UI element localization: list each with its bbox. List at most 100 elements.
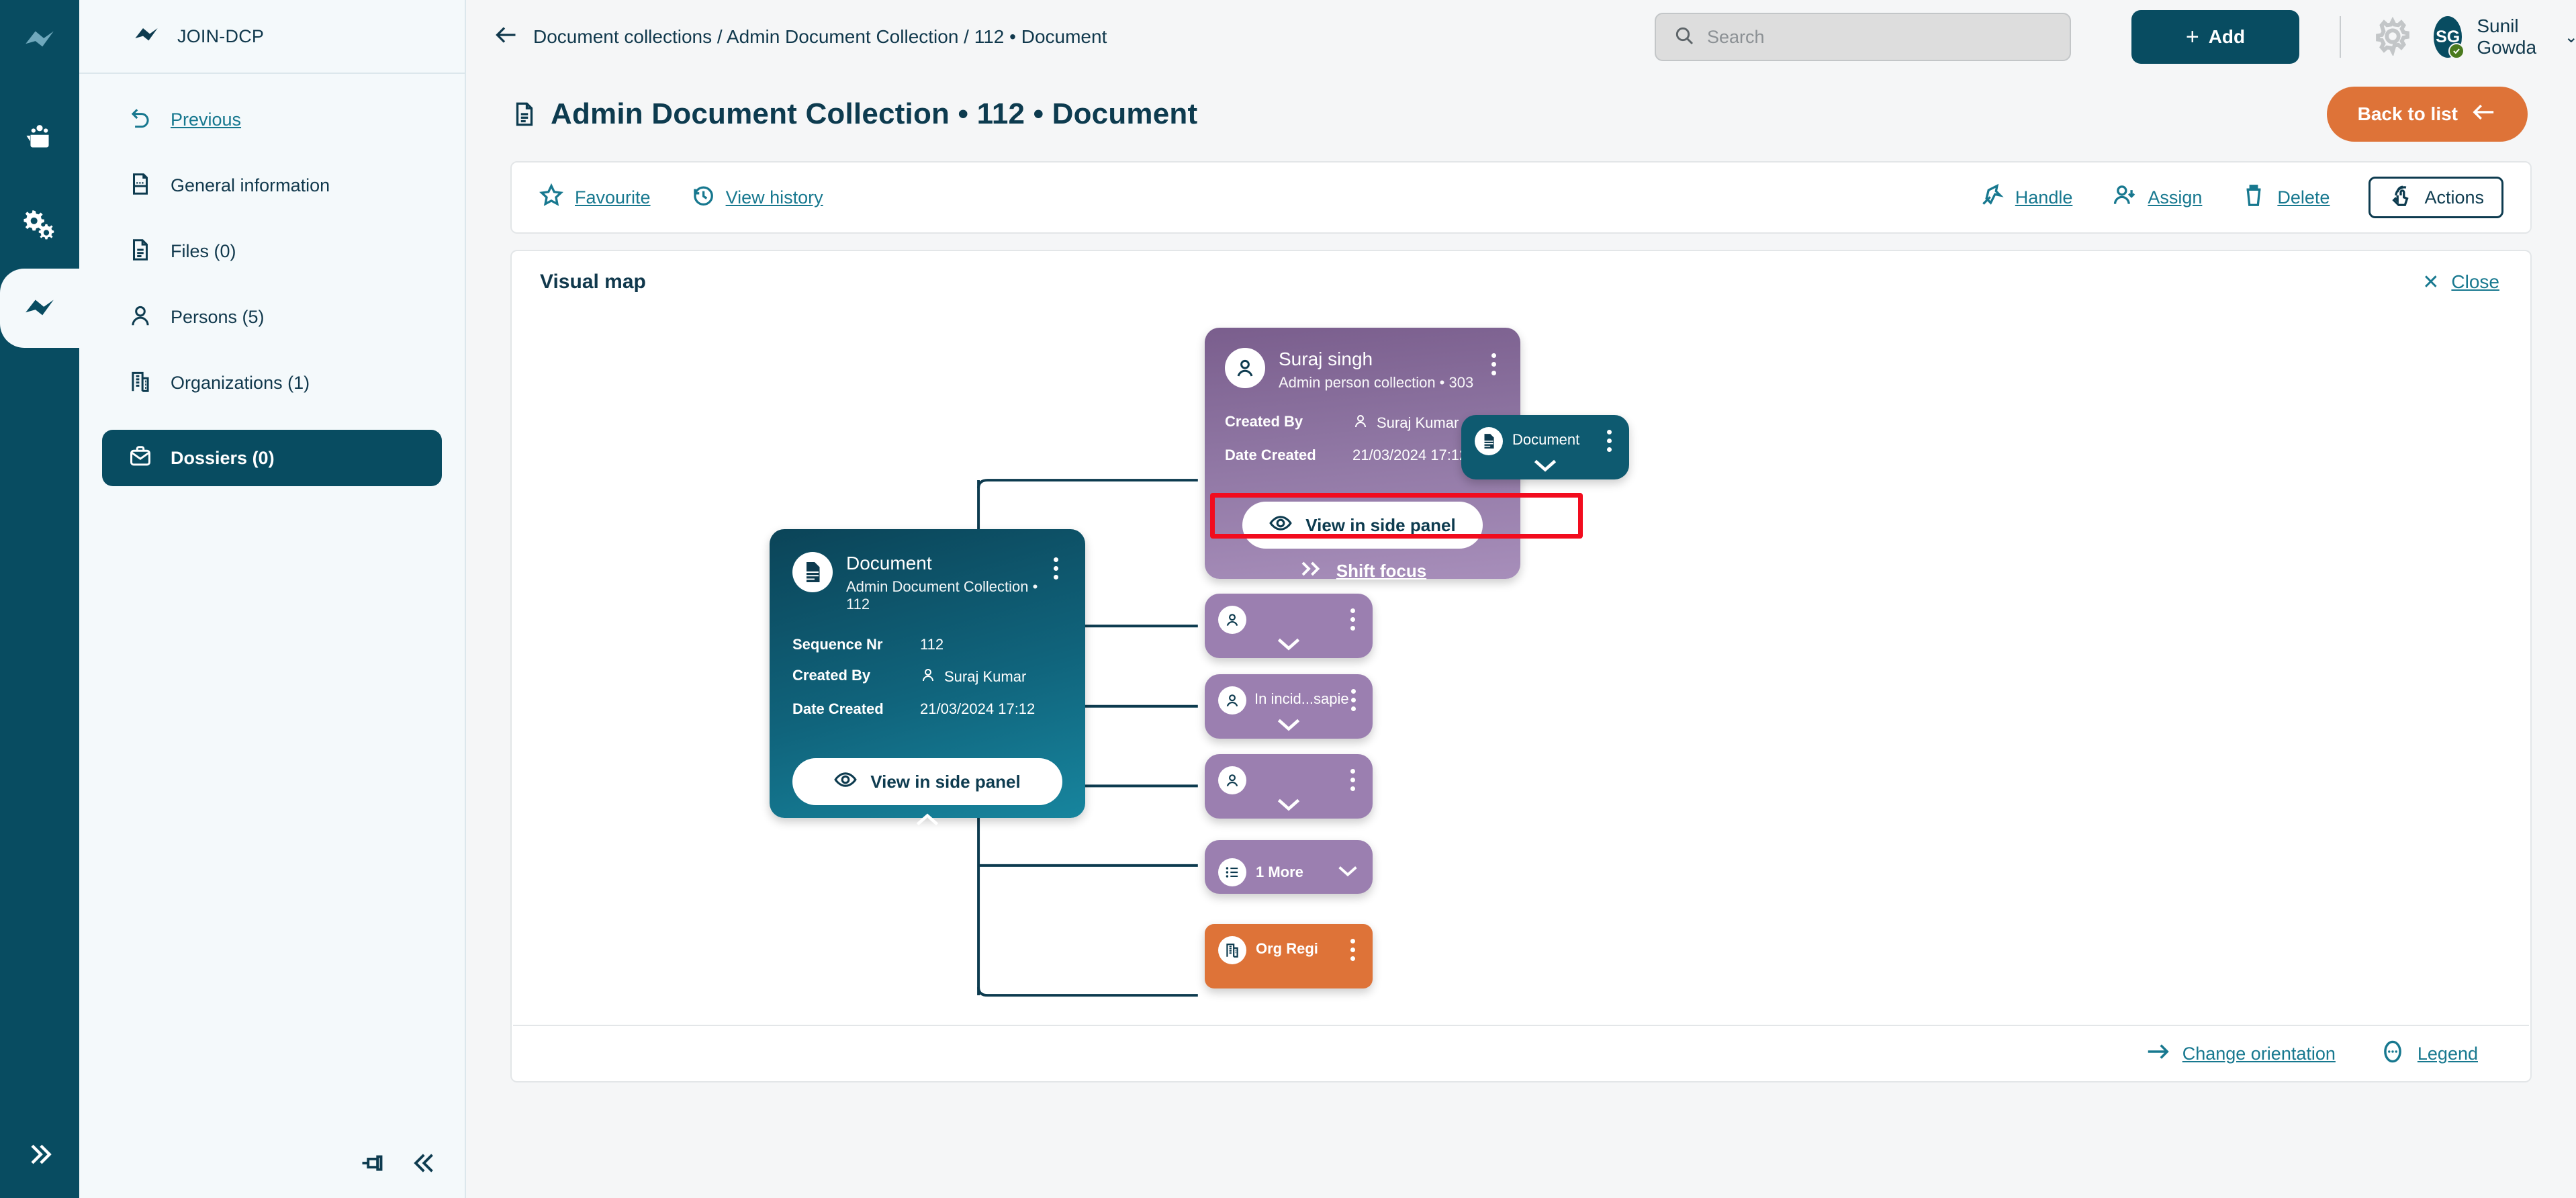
sidebar-item-dossiers[interactable]: Dossiers (0) (102, 430, 442, 486)
field-value: Suraj Kumar (920, 667, 1026, 687)
node-child-person-1[interactable] (1205, 594, 1373, 658)
node-document-card[interactable]: Document Admin Document Collection • 112… (770, 529, 1085, 818)
chevron-down-icon[interactable] (1475, 455, 1616, 475)
field-value: 21/03/2024 17:12 (1352, 447, 1467, 464)
handle-label: Handle (2015, 187, 2073, 208)
divider (2340, 16, 2341, 58)
legend-label: Legend (2418, 1044, 2478, 1064)
kebab-menu-icon[interactable] (1348, 686, 1359, 711)
sidebar-item-persons[interactable]: Persons (5) (102, 289, 442, 345)
chevron-down-icon[interactable] (1218, 794, 1359, 815)
collapse-double-chevron-left-icon[interactable] (411, 1149, 439, 1181)
dossier-logo-icon[interactable] (0, 269, 79, 348)
field-key: Created By (1225, 413, 1352, 433)
actions-button[interactable]: Actions (2368, 177, 2503, 218)
node-title: Document (846, 552, 1050, 574)
map-canvas[interactable]: Document Admin Document Collection • 112… (513, 313, 2529, 1025)
kebab-menu-icon[interactable] (1050, 552, 1062, 580)
view-history-label: View history (726, 187, 823, 208)
node-field: Created By Suraj Kumar (1225, 413, 1500, 433)
kebab-menu-icon[interactable] (1346, 766, 1359, 791)
chevron-down-icon[interactable] (1218, 634, 1359, 654)
page-title: Admin Document Collection • 112 • Docume… (551, 97, 1197, 131)
node-child-organization[interactable]: Org Regi (1205, 924, 1373, 988)
gears-icon[interactable] (0, 184, 79, 263)
node-field: Sequence Nr 112 (792, 636, 1062, 653)
favourite-button[interactable]: Favourite (539, 183, 651, 213)
kebab-menu-icon[interactable] (1346, 936, 1359, 961)
list-icon (1218, 858, 1246, 886)
title-row: Admin Document Collection • 112 • Docume… (466, 74, 2576, 154)
field-value: 112 (920, 636, 944, 653)
node-child-more[interactable]: 1 More (1205, 840, 1373, 894)
document-icon (1475, 427, 1503, 455)
change-orientation-label: Change orientation (2182, 1044, 2336, 1064)
person-icon (920, 667, 936, 687)
view-label: View in side panel (870, 772, 1021, 792)
back-to-list-button[interactable]: Back to list (2327, 87, 2528, 142)
node-title: Org Regi (1256, 936, 1318, 958)
sidebar-item-general-information[interactable]: General information (102, 157, 442, 214)
change-orientation-button[interactable]: Change orientation (2145, 1039, 2336, 1069)
avatar: SG (2434, 16, 2462, 58)
document-icon (510, 100, 539, 128)
breadcrumb[interactable]: Document collections / Admin Document Co… (494, 23, 1107, 52)
visual-map-panel: Visual map ✕ Close (510, 250, 2532, 1082)
view-label: View in side panel (1305, 515, 1456, 536)
shift-focus-button[interactable]: Shift focus (1225, 549, 1500, 593)
double-chevron-right-icon (1299, 559, 1323, 583)
legend-button[interactable]: Legend (2380, 1039, 2478, 1069)
handle-button[interactable]: Handle (1979, 183, 2073, 213)
expand-menu-button[interactable] (0, 1124, 79, 1185)
chevron-up-icon[interactable] (792, 805, 1062, 835)
main-content: Admin Document Collection • 112 • Docume… (466, 74, 2576, 1198)
eye-icon (834, 768, 857, 796)
close-label: Close (2451, 271, 2499, 293)
sidebar-item-label: General information (171, 175, 330, 196)
assign-button[interactable]: Assign (2111, 183, 2202, 213)
person-icon (1218, 766, 1246, 794)
logo-icon[interactable] (0, 0, 79, 79)
person-icon (1225, 348, 1265, 388)
view-in-side-panel-button[interactable]: View in side panel (792, 758, 1062, 805)
people-folder-icon[interactable] (0, 99, 79, 179)
arrow-left-icon[interactable] (494, 23, 518, 52)
node-child-person-3[interactable] (1205, 754, 1373, 819)
view-history-button[interactable]: View history (690, 183, 823, 213)
delete-button[interactable]: Delete (2241, 183, 2330, 213)
top-bar: Document collections / Admin Document Co… (466, 0, 2576, 74)
node-subtitle: Admin person collection • 303 (1279, 374, 1473, 391)
sidebar-item-files[interactable]: Files (0) (102, 223, 442, 279)
chevron-down-icon[interactable] (1218, 715, 1359, 735)
user-menu[interactable]: SG Sunil Gowda ⌄ (2434, 15, 2576, 58)
clock-history-icon (690, 183, 715, 213)
kebab-menu-icon[interactable] (1487, 348, 1500, 375)
view-in-side-panel-button[interactable]: View in side panel (1242, 502, 1483, 549)
close-button[interactable]: ✕ Close (2422, 271, 2499, 294)
add-button[interactable]: + Add (2131, 10, 2299, 64)
field-value: 21/03/2024 17:12 (920, 700, 1035, 718)
pin-icon[interactable] (360, 1149, 388, 1181)
sidebar: JOIN-DCP Previous General information Fi… (79, 0, 466, 1198)
node-child-person-2[interactable]: In incid...sapiente (1205, 674, 1373, 739)
search-input[interactable]: Search (1655, 13, 2071, 61)
chevron-down-icon[interactable] (1336, 864, 1359, 882)
person-icon (1218, 686, 1246, 715)
plus-icon: + (2186, 24, 2199, 50)
sidebar-item-label: Dossiers (0) (171, 448, 275, 469)
building-icon (128, 369, 153, 398)
node-title: Suraj singh (1279, 348, 1473, 370)
kebab-menu-icon[interactable] (1346, 606, 1359, 631)
node-right-document[interactable]: Document (1461, 415, 1629, 479)
kebab-menu-icon[interactable] (1602, 427, 1616, 452)
visual-map-header: Visual map ✕ Close (512, 251, 2530, 313)
gear-icon[interactable] (2373, 17, 2413, 57)
sidebar-item-previous[interactable]: Previous (102, 91, 442, 148)
arrow-right-icon (2145, 1039, 2170, 1069)
trash-icon (2241, 183, 2266, 213)
field-key: Date Created (1225, 447, 1352, 464)
search-placeholder: Search (1707, 27, 1765, 48)
hand-pointer-icon (2388, 183, 2413, 213)
legend-dots-icon (2380, 1039, 2405, 1069)
sidebar-item-organizations[interactable]: Organizations (1) (102, 355, 442, 411)
